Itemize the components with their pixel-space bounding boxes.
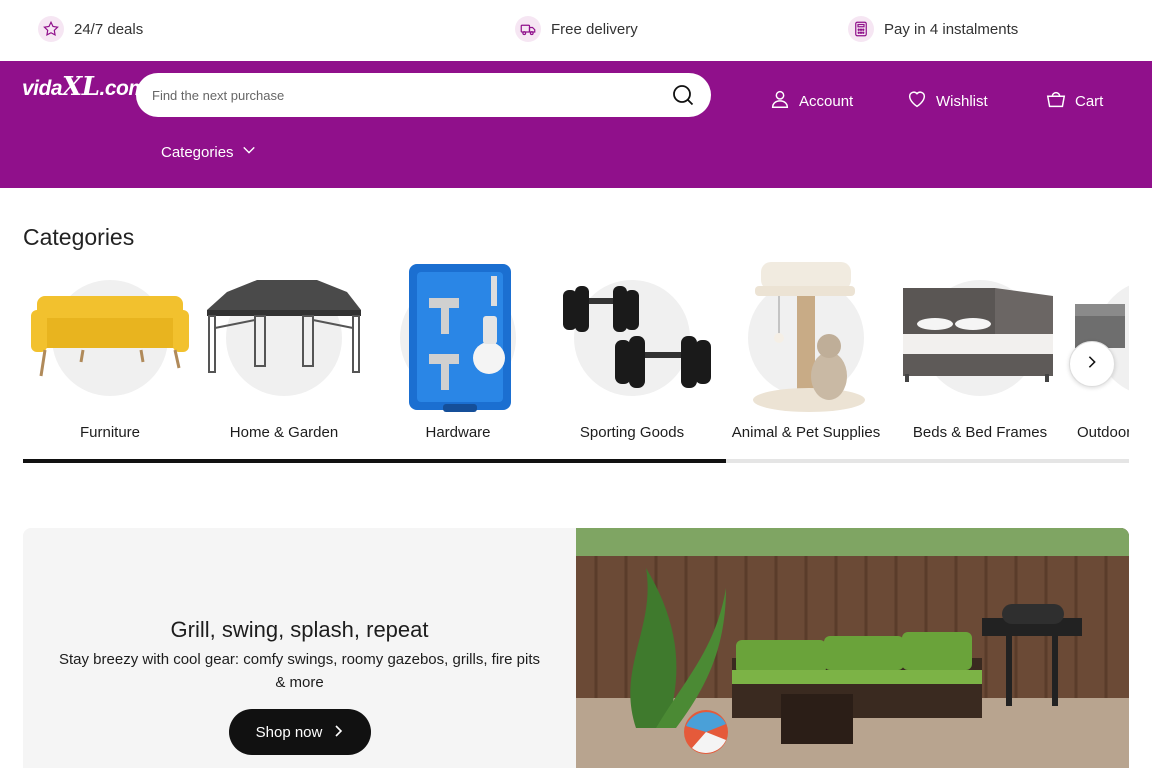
- category-label: Outdoor: [1077, 424, 1129, 441]
- account-label: Account: [799, 92, 854, 110]
- categories-heading: Categories: [23, 224, 135, 250]
- patio-furniture-image[interactable]: [576, 528, 1129, 768]
- outdoor-furniture-image: [1075, 304, 1125, 348]
- vidaxl-logo[interactable]: vidaXL.com: [22, 72, 147, 102]
- search-icon[interactable]: [671, 83, 695, 107]
- category-beds-bed-frames[interactable]: Beds & Bed Frames: [893, 258, 1067, 448]
- logo-xl: XL: [62, 72, 100, 102]
- wishlist-link[interactable]: Wishlist: [906, 88, 988, 114]
- dumbbells-image: [563, 286, 711, 388]
- chevron-down-icon: [242, 143, 256, 161]
- heart-icon: [906, 88, 928, 114]
- usp-instalments: Pay in 4 instalments: [848, 16, 1018, 42]
- carousel-scrollbar-thumb[interactable]: [23, 459, 727, 463]
- promo-subtitle: Stay breezy with cool gear: comfy swings…: [58, 651, 541, 691]
- calculator-icon: [848, 16, 874, 42]
- promo-banner: Grill, swing, splash, repeat Stay breezy…: [23, 528, 1129, 768]
- category-sporting-goods[interactable]: Sporting Goods: [545, 258, 719, 448]
- categories-carousel: Furniture Home & Garden Hardware Sportin…: [23, 258, 1129, 448]
- category-hardware[interactable]: Hardware: [371, 258, 545, 448]
- search-bar: [136, 73, 711, 117]
- chevron-right-icon: [1085, 355, 1099, 374]
- category-label: Home & Garden: [229, 424, 339, 441]
- spray-gun-kit-image: [409, 264, 511, 412]
- sofa-image: [31, 296, 189, 377]
- cart-link[interactable]: Cart: [1045, 88, 1103, 114]
- category-label: Furniture: [79, 424, 141, 441]
- account-link[interactable]: Account: [769, 88, 853, 114]
- user-icon: [769, 88, 791, 114]
- bed-image: [903, 288, 1053, 382]
- category-animal-pet-supplies[interactable]: Animal & Pet Supplies: [719, 258, 893, 448]
- search-input[interactable]: [152, 87, 671, 103]
- gazebo-image: [207, 280, 361, 373]
- promo-text-panel: Grill, swing, splash, repeat Stay breezy…: [23, 528, 576, 768]
- basket-icon: [1045, 88, 1067, 114]
- usp-delivery-label: Free delivery: [551, 20, 638, 38]
- delivery-truck-icon: [515, 16, 541, 42]
- wishlist-label: Wishlist: [936, 92, 988, 110]
- logo-main: vida: [22, 77, 63, 100]
- carousel-scrollbar[interactable]: [23, 459, 1129, 463]
- cat-tree-image: [753, 262, 865, 412]
- usp-instalments-label: Pay in 4 instalments: [884, 20, 1019, 38]
- cart-label: Cart: [1075, 92, 1104, 110]
- carousel-next-button[interactable]: [1069, 341, 1115, 387]
- usp-deals: 24/7 deals: [38, 16, 143, 42]
- category-label: Beds & Bed Frames: [912, 424, 1048, 441]
- category-label: Animal & Pet Supplies: [731, 424, 881, 441]
- category-label: Sporting Goods: [579, 424, 685, 441]
- category-furniture[interactable]: Furniture: [23, 258, 197, 448]
- categories-menu-toggle[interactable]: Categories: [161, 143, 256, 161]
- usp-delivery: Free delivery: [515, 16, 638, 42]
- category-label: Hardware: [425, 424, 491, 441]
- star-icon: [38, 16, 64, 42]
- category-home-garden[interactable]: Home & Garden: [197, 258, 371, 448]
- shop-now-button[interactable]: Shop now: [229, 709, 371, 755]
- promo-title: Grill, swing, splash, repeat: [170, 617, 429, 642]
- usp-bar: 24/7 deals Free delivery Pay in 4 instal…: [0, 0, 1152, 61]
- chevron-right-icon: [332, 724, 344, 741]
- usp-deals-label: 24/7 deals: [74, 20, 144, 38]
- shop-now-label: Shop now: [255, 723, 323, 741]
- site-header: vidaXL.com Account Wishlist Cart Categor…: [0, 61, 1152, 188]
- categories-menu-label: Categories: [161, 143, 234, 161]
